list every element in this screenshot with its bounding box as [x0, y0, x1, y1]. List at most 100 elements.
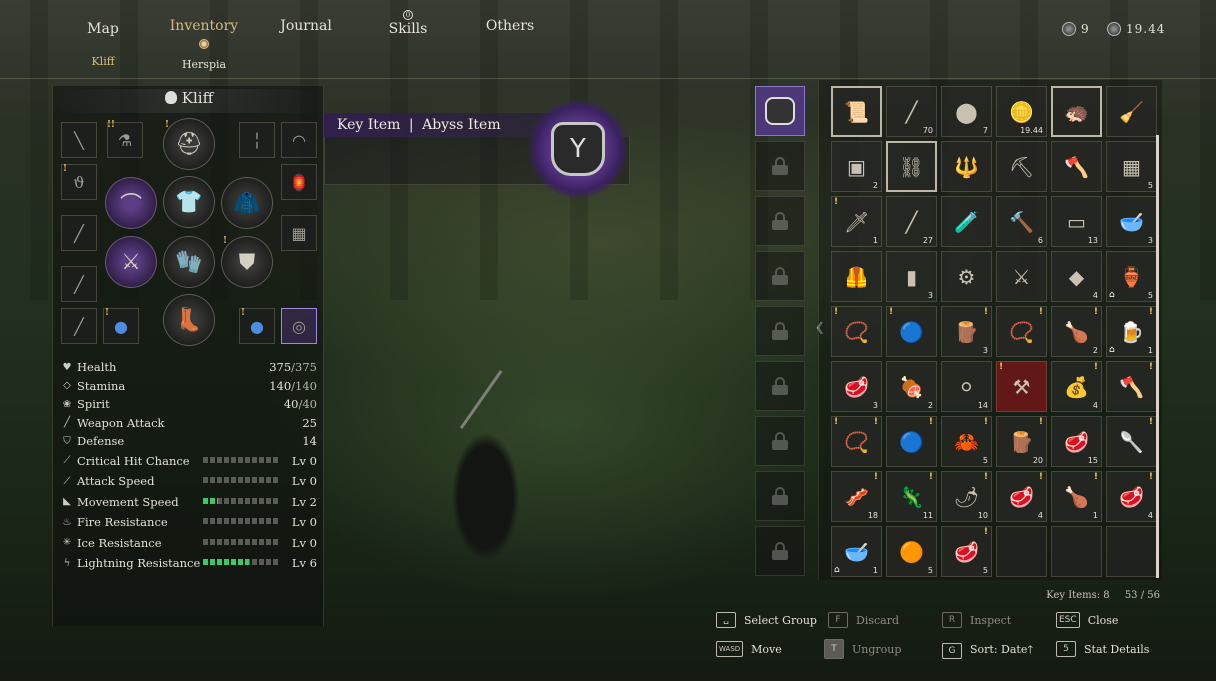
inventory-slot[interactable]: ▦ 5	[1106, 141, 1157, 192]
inventory-slot-empty[interactable]	[1106, 526, 1157, 577]
equip-slot-shield[interactable]: ⛊	[221, 236, 273, 288]
group-slot-locked[interactable]	[755, 141, 805, 191]
inventory-slot[interactable]: 🔵!	[886, 306, 937, 357]
equip-slot-cape[interactable]: ╲	[61, 122, 97, 158]
inventory-slot[interactable]: 🥣 3	[1106, 196, 1157, 247]
inventory-slot[interactable]: 🔨 6	[996, 196, 1047, 247]
inventory-slot[interactable]: 🦔	[1051, 86, 1102, 137]
inventory-slot[interactable]: 🪵 20!	[996, 416, 1047, 467]
equip-slot-cloak[interactable]: 🧥	[221, 177, 273, 229]
inventory-slot[interactable]: 🥄!	[1106, 416, 1157, 467]
inventory-slot[interactable]: 🥩 15	[1051, 416, 1102, 467]
inventory-slot[interactable]: 🍗 1!	[1051, 471, 1102, 522]
equip-slot-empty-2[interactable]: ▦	[281, 215, 317, 251]
control-stat-details[interactable]: 5 Stat Details	[1056, 641, 1149, 657]
equip-slot-lantern[interactable]: 🏮	[281, 164, 317, 200]
inventory-slot[interactable]: ⚙	[941, 251, 992, 302]
inventory-slot[interactable]: 📿!	[996, 306, 1047, 357]
inventory-slot[interactable]: 🏺 5 ⌂	[1106, 251, 1157, 302]
equip-slot-gloves[interactable]: 🧤	[163, 236, 215, 288]
tab-others[interactable]: Others	[465, 18, 555, 34]
inventory-slot[interactable]: 🌶 10!	[941, 471, 992, 522]
inventory-slot[interactable]: ⛓	[886, 141, 937, 192]
group-slot-locked[interactable]	[755, 526, 805, 576]
equip-slot-boots[interactable]: 👢	[163, 294, 215, 346]
inventory-slot[interactable]: 🍺 1! ⌂	[1106, 306, 1157, 357]
group-slot-locked[interactable]	[755, 416, 805, 466]
inventory-slot[interactable]: 🔱	[941, 141, 992, 192]
equip-slot-empty-1[interactable]: ╎	[239, 122, 275, 158]
equip-slot-helmet[interactable]: ⛑	[163, 118, 215, 170]
stat-row-movement-speed: ◣ Movement Speed Lv 2	[61, 492, 317, 513]
control-sort[interactable]: G Sort: Date🡑	[942, 641, 1033, 660]
equip-slot-bow[interactable]: ⌒	[105, 177, 157, 229]
inventory-slot[interactable]: 🥣 1 ⌂	[831, 526, 882, 577]
inventory-slot[interactable]: ⚒!	[996, 361, 1047, 412]
control-move[interactable]: WASD Move	[716, 641, 782, 657]
tab-inventory[interactable]: Inventory	[159, 18, 249, 34]
control-discard[interactable]: F Discard	[828, 612, 899, 628]
group-slot-locked[interactable]	[755, 196, 805, 246]
inventory-slot[interactable]: 🥩 4!	[1106, 471, 1157, 522]
group-slot-active[interactable]	[755, 86, 805, 136]
inventory-slot[interactable]: ╱ 27	[886, 196, 937, 247]
inventory-slot[interactable]: ◆ 4	[1051, 251, 1102, 302]
group-slot-locked[interactable]	[755, 306, 805, 356]
inventory-slot[interactable]: 🧪	[941, 196, 992, 247]
equip-slot-chest[interactable]: 👕	[163, 176, 215, 228]
inventory-slot[interactable]: 🦺	[831, 251, 882, 302]
inventory-slot[interactable]: ⚔	[996, 251, 1047, 302]
inventory-scrollbar[interactable]	[1156, 135, 1159, 578]
group-slot-locked[interactable]	[755, 361, 805, 411]
inventory-slot[interactable]: 🔵!	[886, 416, 937, 467]
control-ungroup[interactable]: T Ungroup	[824, 639, 901, 659]
inventory-slot[interactable]: 🪵 3!	[941, 306, 992, 357]
inventory-slot[interactable]: 📜	[831, 86, 882, 137]
scrollbar-thumb[interactable]	[1156, 135, 1159, 578]
control-inspect[interactable]: R Inspect	[942, 612, 1011, 628]
inventory-slot[interactable]: 📿!	[831, 306, 882, 357]
inventory-slot[interactable]: 🍗 2!	[1051, 306, 1102, 357]
control-select-group[interactable]: ␣ Select Group	[716, 612, 817, 628]
inventory-slot[interactable]: 🟠 5	[886, 526, 937, 577]
inventory-slot[interactable]: ▮ 3	[886, 251, 937, 302]
tab-skills[interactable]: Skills	[363, 21, 453, 37]
inventory-slot[interactable]: 🥩 4!	[996, 471, 1047, 522]
inventory-slot[interactable]: 🍖 2	[886, 361, 937, 412]
inventory-slot[interactable]: 💰 4!	[1051, 361, 1102, 412]
inventory-slot[interactable]: ▭ 13	[1051, 196, 1102, 247]
equip-slot-mask[interactable]: ◠	[281, 122, 317, 158]
inventory-slot[interactable]: 📿!!	[831, 416, 882, 467]
inventory-slot[interactable]: ╱ 70	[886, 86, 937, 137]
equip-slot-abyss-ring[interactable]: ◎	[281, 308, 317, 344]
heart-icon: ♥	[62, 361, 72, 373]
inventory-slot[interactable]: 🦀 5!	[941, 416, 992, 467]
control-close[interactable]: ESC Close	[1056, 612, 1118, 628]
group-slot-locked[interactable]	[755, 251, 805, 301]
subtab-herspia[interactable]: Herspia	[159, 58, 249, 71]
inventory-slot[interactable]: 🪙 19.44	[996, 86, 1047, 137]
inventory-slot[interactable]: ⚪ 14	[941, 361, 992, 412]
inventory-slot[interactable]: 🥩 5!	[941, 526, 992, 577]
equip-slot-sword[interactable]: ⚔	[105, 236, 157, 288]
group-slot-locked[interactable]	[755, 471, 805, 521]
lock-icon	[772, 432, 788, 450]
inventory-slot[interactable]: ⛏	[996, 141, 1047, 192]
inventory-slot[interactable]: 🥓 18!	[831, 471, 882, 522]
tab-map[interactable]: Map	[58, 21, 148, 37]
inventory-slot[interactable]: 🦎 11!	[886, 471, 937, 522]
inventory-slot-empty[interactable]	[1051, 526, 1102, 577]
inventory-slot-empty[interactable]	[996, 526, 1047, 577]
subtab-kliff[interactable]: Kliff	[58, 55, 148, 68]
inventory-slot[interactable]: 🪓!	[1106, 361, 1157, 412]
inventory-slot[interactable]: 🥩 3	[831, 361, 882, 412]
inventory-slot[interactable]: 🧹	[1106, 86, 1157, 137]
inventory-slot[interactable]: ⬤ 7	[941, 86, 992, 137]
tab-journal[interactable]: Journal	[261, 18, 351, 34]
inventory-slot[interactable]: 🪓	[1051, 141, 1102, 192]
equip-slot-spear[interactable]: ╱	[61, 266, 97, 302]
equip-slot-arrows[interactable]: ╱	[61, 215, 97, 251]
equip-slot-torch[interactable]: ╱	[61, 308, 97, 344]
inventory-slot[interactable]: 🗡 1!	[831, 196, 882, 247]
inventory-slot[interactable]: ▣ 2	[831, 141, 882, 192]
